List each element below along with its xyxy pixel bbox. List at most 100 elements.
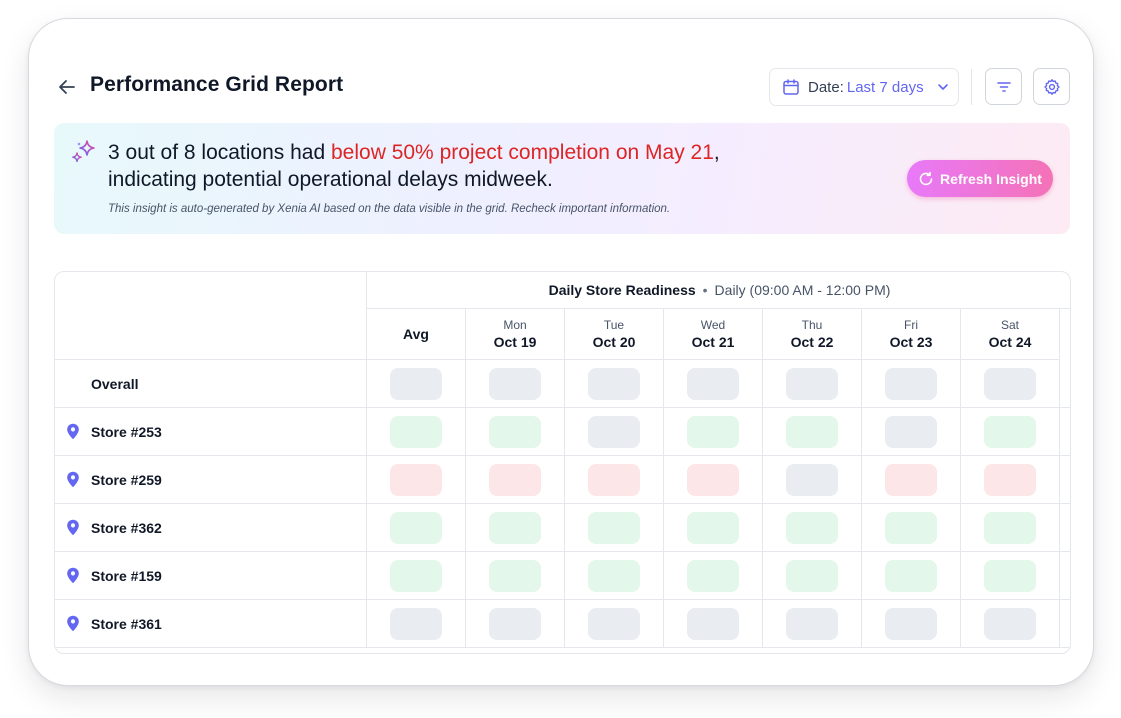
day-cell[interactable]: [862, 456, 961, 503]
column-day-label: Fri: [904, 317, 918, 332]
column-header-day[interactable]: Fri Oct 23: [862, 309, 961, 360]
status-pill-gray: [687, 608, 739, 640]
column-header-day[interactable]: Sat Oct 24: [961, 309, 1060, 360]
day-cell[interactable]: [763, 408, 862, 455]
status-pill-gray: [984, 608, 1036, 640]
status-pill-gray: [786, 368, 838, 400]
insight-prefix: 3 out of 8 locations had: [108, 141, 331, 164]
table-row: Store #361: [55, 600, 1070, 648]
avg-cell[interactable]: [367, 456, 466, 503]
row-label[interactable]: Store #362: [55, 504, 367, 551]
status-pill-gray: [687, 368, 739, 400]
day-cell[interactable]: [763, 360, 862, 407]
row-label[interactable]: Store #361: [55, 600, 367, 647]
day-cell[interactable]: [565, 456, 664, 503]
day-cell[interactable]: [565, 552, 664, 599]
insight-highlight: below 50% project completion on May 21: [331, 141, 714, 164]
status-pill-gray: [588, 608, 640, 640]
status-pill-green: [489, 560, 541, 592]
day-cell[interactable]: [961, 456, 1060, 503]
avg-cell[interactable]: [367, 360, 466, 407]
day-cell[interactable]: [466, 408, 565, 455]
table-row: Store #159: [55, 552, 1070, 600]
day-cell[interactable]: [763, 504, 862, 551]
row-label[interactable]: Overall: [55, 360, 367, 407]
row-label[interactable]: Store #259: [55, 456, 367, 503]
day-cell[interactable]: [961, 504, 1060, 551]
column-header-avg: Avg: [367, 309, 466, 360]
status-pill-green: [786, 416, 838, 448]
row-label-text: Store #159: [91, 567, 162, 584]
column-day-label: Thu: [801, 317, 823, 332]
row-label-text: Store #253: [91, 423, 162, 440]
day-cell[interactable]: [664, 408, 763, 455]
day-cell[interactable]: [466, 456, 565, 503]
day-cell[interactable]: [961, 600, 1060, 647]
avg-cell[interactable]: [367, 504, 466, 551]
chevron-down-icon: [936, 80, 950, 94]
avg-cell[interactable]: [367, 408, 466, 455]
column-date-label: Oct 19: [493, 333, 537, 350]
column-header-day[interactable]: Tue Oct 20: [565, 309, 664, 360]
row-label-text: Overall: [91, 375, 139, 392]
avg-cell[interactable]: [367, 552, 466, 599]
filter-button[interactable]: [985, 68, 1022, 105]
date-filter-dropdown[interactable]: Date: Last 7 days: [769, 68, 959, 106]
day-cell[interactable]: [664, 360, 763, 407]
status-pill-green: [588, 512, 640, 544]
status-pill-green: [786, 512, 838, 544]
insight-line-2: indicating potential operational delays …: [108, 168, 553, 191]
day-cell[interactable]: [565, 600, 664, 647]
settings-button[interactable]: [1033, 68, 1070, 105]
day-cell[interactable]: [862, 360, 961, 407]
day-cell[interactable]: [466, 360, 565, 407]
date-filter-value: Last 7 days: [846, 78, 924, 96]
status-pill-green: [885, 512, 937, 544]
column-header-day[interactable]: Wed Oct 21: [664, 309, 763, 360]
status-pill-gray: [588, 368, 640, 400]
day-cell[interactable]: [466, 600, 565, 647]
row-label-text: Store #362: [91, 519, 162, 536]
table-row: Store #253: [55, 408, 1070, 456]
day-cell[interactable]: [763, 552, 862, 599]
day-cell[interactable]: [862, 408, 961, 455]
row-label[interactable]: Store #253: [55, 408, 367, 455]
day-cell[interactable]: [961, 360, 1060, 407]
row-label-text: Store #259: [91, 471, 162, 488]
filter-icon: [996, 81, 1011, 92]
day-cell[interactable]: [763, 456, 862, 503]
sparkle-icon: [72, 140, 95, 163]
day-cell[interactable]: [862, 504, 961, 551]
day-cell[interactable]: [763, 600, 862, 647]
location-pin-icon: [66, 519, 80, 536]
back-arrow-icon: [59, 80, 75, 94]
avg-cell[interactable]: [367, 600, 466, 647]
refresh-insight-button[interactable]: Refresh Insight: [907, 160, 1053, 197]
row-label[interactable]: Store #159: [55, 552, 367, 599]
status-pill-red: [390, 464, 442, 496]
day-cell[interactable]: [664, 456, 763, 503]
day-cell[interactable]: [565, 504, 664, 551]
status-pill-gray: [390, 608, 442, 640]
status-pill-gray: [786, 608, 838, 640]
day-cell[interactable]: [565, 360, 664, 407]
calendar-icon: [782, 78, 800, 96]
day-cell[interactable]: [565, 408, 664, 455]
day-cell[interactable]: [862, 600, 961, 647]
column-header-day[interactable]: Mon Oct 19: [466, 309, 565, 360]
grid-corner-header: [55, 272, 367, 360]
day-cell[interactable]: [664, 600, 763, 647]
day-cell[interactable]: [664, 552, 763, 599]
day-cell[interactable]: [466, 552, 565, 599]
column-header-day[interactable]: Thu Oct 22: [763, 309, 862, 360]
day-cell[interactable]: [961, 552, 1060, 599]
day-cell[interactable]: [862, 552, 961, 599]
day-cell[interactable]: [664, 504, 763, 551]
back-button[interactable]: [55, 75, 79, 99]
status-pill-green: [390, 512, 442, 544]
status-pill-red: [984, 464, 1036, 496]
day-cell[interactable]: [466, 504, 565, 551]
location-pin-icon: [66, 615, 80, 632]
status-pill-green: [984, 560, 1036, 592]
day-cell[interactable]: [961, 408, 1060, 455]
